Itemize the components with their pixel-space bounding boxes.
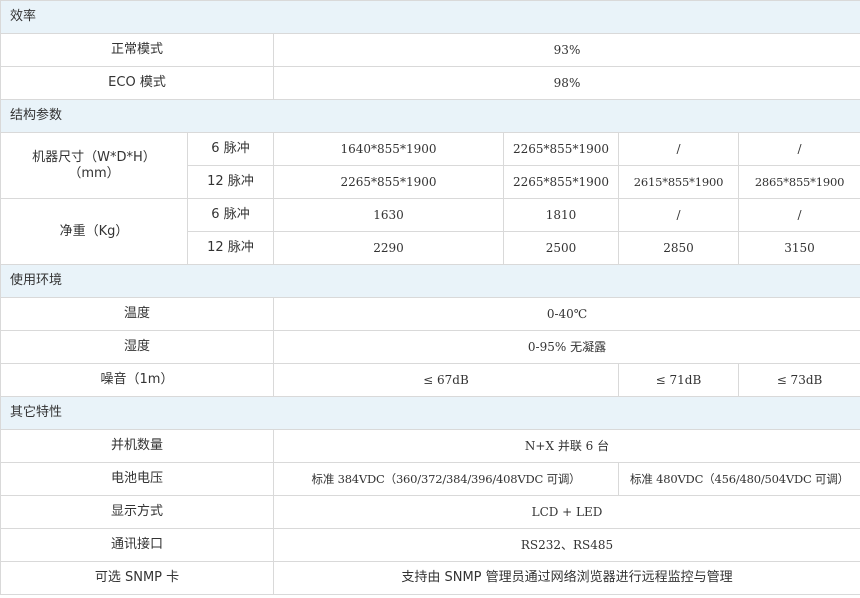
row-value: 支持由 SNMP 管理员通过网络浏览器进行远程监控与管理	[272, 561, 860, 595]
row-normal-mode: 正常模式 93%	[0, 33, 860, 67]
cell: ≤ 71dB	[618, 363, 739, 397]
weight-label: 净重（Kg）	[0, 198, 188, 265]
cell: 3150	[737, 231, 860, 265]
spec-table: 效率 正常模式 93% ECO 模式 98% 结构参数 机器尺寸（W*D*H）（…	[0, 0, 860, 595]
cell: /	[737, 198, 860, 232]
cell: ≤ 73dB	[737, 363, 860, 397]
row-label: ECO 模式	[0, 66, 274, 100]
row-eco-mode: ECO 模式 98%	[0, 66, 860, 100]
cell: 标准 384VDC（360/372/384/396/408VDC 可调）	[273, 462, 619, 496]
row-label: 可选 SNMP 卡	[0, 561, 274, 595]
row-label: 湿度	[0, 330, 274, 364]
row-value: 0-40℃	[272, 297, 860, 331]
cell: ≤ 67dB	[273, 363, 619, 397]
row-label: 显示方式	[0, 495, 274, 529]
row-noise: 噪音（1m） ≤ 67dB ≤ 71dB ≤ 73dB	[0, 363, 860, 397]
row-label: 电池电压	[0, 462, 274, 496]
section-environment: 使用环境	[0, 264, 860, 298]
pulse-label: 6 脉冲	[187, 132, 274, 166]
row-label: 噪音（1m）	[0, 363, 274, 397]
row-value: 0-95% 无凝露	[272, 330, 860, 364]
section-title: 结构参数	[0, 99, 860, 133]
row-snmp: 可选 SNMP 卡 支持由 SNMP 管理员通过网络浏览器进行远程监控与管理	[0, 561, 860, 595]
row-value: LCD + LED	[272, 495, 860, 529]
cell: 2265*855*1900	[503, 132, 619, 166]
row-value: N+X 并联 6 台	[272, 429, 860, 463]
row-temperature: 温度 0-40℃	[0, 297, 860, 331]
cell: 2290	[273, 231, 504, 265]
row-label: 正常模式	[0, 33, 274, 67]
row-label: 并机数量	[0, 429, 274, 463]
pulse-label: 12 脉冲	[187, 231, 274, 265]
cell: 2865*855*1900	[737, 165, 860, 199]
row-humidity: 湿度 0-95% 无凝露	[0, 330, 860, 364]
row-display: 显示方式 LCD + LED	[0, 495, 860, 529]
row-value: 93%	[272, 33, 860, 67]
cell: 1640*855*1900	[273, 132, 504, 166]
cell: /	[618, 132, 739, 166]
section-title: 其它特性	[0, 396, 860, 430]
section-efficiency: 效率	[0, 0, 860, 34]
section-structure: 结构参数	[0, 99, 860, 133]
cell: 标准 480VDC（456/480/504VDC 可调）	[617, 462, 860, 496]
row-size-6: 机器尺寸（W*D*H）（mm） 6 脉冲 1640*855*1900 2265*…	[0, 132, 860, 199]
row-value: RS232、RS485	[272, 528, 860, 562]
cell: /	[618, 198, 739, 232]
pulse-label: 12 脉冲	[187, 165, 274, 199]
cell: 2265*855*1900	[503, 165, 619, 199]
pulse-label: 6 脉冲	[187, 198, 274, 232]
row-weight-6: 净重（Kg） 6 脉冲 1630 1810 / /	[0, 198, 860, 265]
row-label: 温度	[0, 297, 274, 331]
size-label: 机器尺寸（W*D*H）（mm）	[0, 132, 188, 199]
row-parallel: 并机数量 N+X 并联 6 台	[0, 429, 860, 463]
cell: 2500	[503, 231, 619, 265]
cell: 2265*855*1900	[273, 165, 504, 199]
section-other: 其它特性	[0, 396, 860, 430]
cell: 2615*855*1900	[618, 165, 739, 199]
section-title: 使用环境	[0, 264, 860, 298]
cell: 1630	[273, 198, 504, 232]
row-value: 98%	[272, 66, 860, 100]
row-label: 通讯接口	[0, 528, 274, 562]
cell: 1810	[503, 198, 619, 232]
row-comm: 通讯接口 RS232、RS485	[0, 528, 860, 562]
cell: 2850	[618, 231, 739, 265]
section-title: 效率	[0, 0, 860, 34]
cell: /	[737, 132, 860, 166]
row-battery: 电池电压 标准 384VDC（360/372/384/396/408VDC 可调…	[0, 462, 860, 496]
